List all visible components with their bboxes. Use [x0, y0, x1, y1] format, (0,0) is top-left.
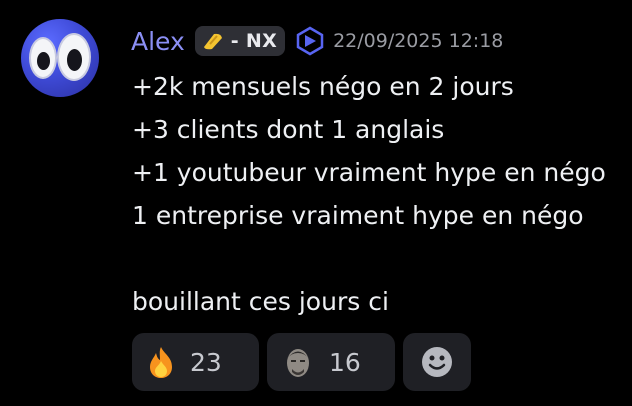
fire-emoji-icon: [150, 347, 172, 378]
avatar-left-pupil: [37, 52, 50, 70]
role-tag[interactable]: - NX: [194, 26, 286, 56]
role-tag-label: - NX: [230, 30, 278, 52]
user-avatar[interactable]: [21, 19, 99, 97]
add-reaction-button[interactable]: [403, 333, 471, 391]
message-line: +1 youtubeur vraiment hype en négo: [132, 158, 606, 187]
reaction-count: 23: [190, 347, 222, 377]
custom-face-emoji-icon: [287, 349, 309, 377]
message-line: 1 entreprise vraiment hype en négo: [132, 201, 584, 230]
message-header: Alex - NX 22/09/2025 12:18: [131, 22, 503, 60]
message-timestamp: 22/09/2025 12:18: [333, 30, 504, 52]
reaction-custom-face[interactable]: 16: [267, 333, 395, 391]
nitro-badge-icon[interactable]: [295, 26, 325, 56]
avatar-right-pupil: [67, 49, 82, 71]
message-line: [132, 237, 627, 280]
author-name[interactable]: Alex: [131, 27, 185, 56]
reaction-fire[interactable]: 23: [132, 333, 259, 391]
message-line: +3 clients dont 1 anglais: [132, 115, 445, 144]
reactions-bar: 23 16: [132, 333, 471, 391]
message-line: +2k mensuels négo en 2 jours: [132, 72, 514, 101]
clan-badge-icon: [203, 33, 222, 50]
chat-message: Alex - NX 22/09/2025 12:18 +2k mensuels …: [0, 0, 632, 406]
message-content: +2k mensuels négo en 2 jours +3 clients …: [132, 65, 627, 323]
add-reaction-icon: [422, 347, 452, 377]
reaction-count: 16: [329, 347, 361, 377]
message-line: bouillant ces jours ci: [132, 287, 389, 316]
